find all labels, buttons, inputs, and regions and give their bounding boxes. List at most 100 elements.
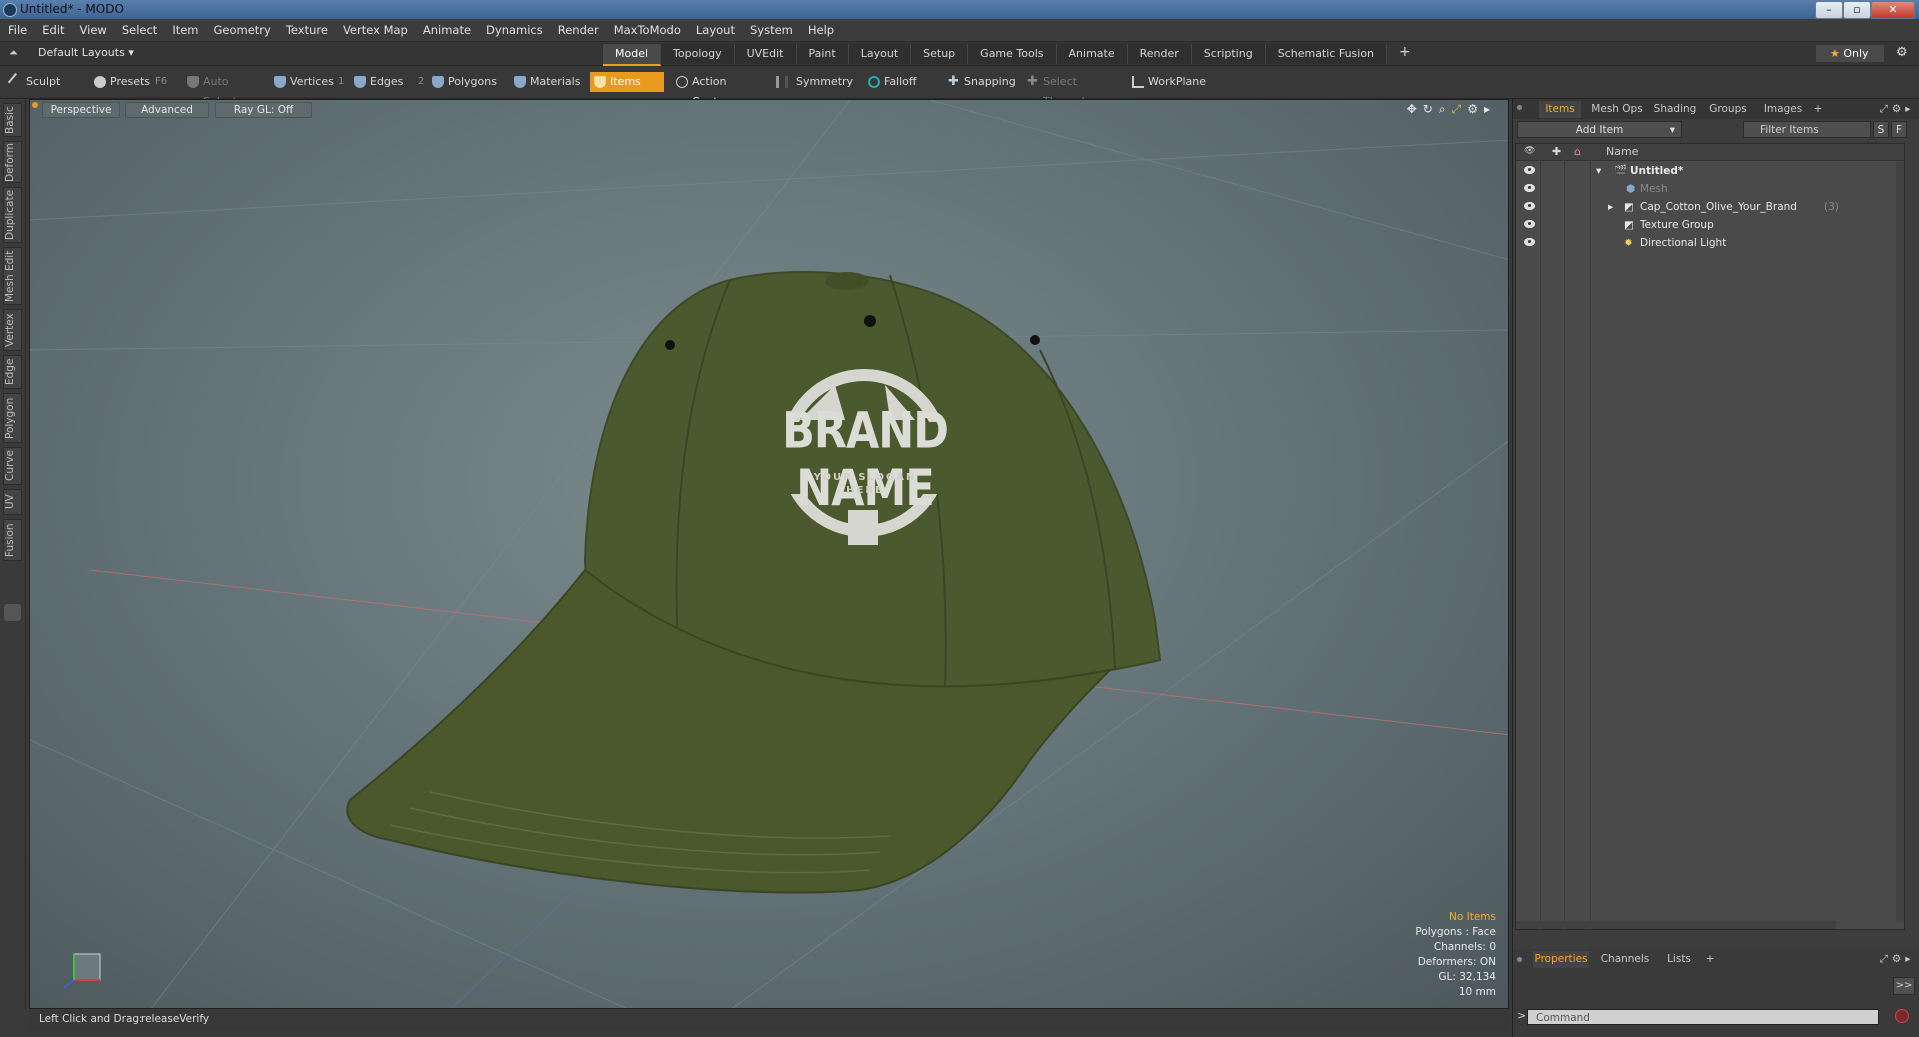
tab-mesh-ops[interactable]: Mesh Ops [1587, 101, 1647, 118]
tab-groups[interactable]: Groups [1703, 101, 1753, 118]
panel-controls-icon[interactable]: ⤢⚙▸ [1877, 101, 1917, 118]
falloff-button[interactable]: Falloff [864, 72, 934, 92]
menu-help[interactable]: Help [800, 19, 841, 37]
tab-shading[interactable]: Shading [1649, 101, 1701, 118]
menu-texture[interactable]: Texture [278, 19, 335, 37]
auto-select-button[interactable]: Auto Select [183, 72, 265, 108]
list-item-scene[interactable]: ▾ 🎬 Untitled* [1516, 162, 1904, 180]
vtab-basic[interactable]: Basic [3, 103, 22, 137]
add-bottom-tab-plus-icon[interactable]: + [1703, 951, 1717, 968]
snapping-button[interactable]: ✚ Snapping [944, 72, 1024, 92]
rotate-view-icon[interactable]: ↻ [1423, 102, 1439, 116]
filter-s-button[interactable]: S [1873, 121, 1889, 138]
vertices-button[interactable]: Vertices [270, 72, 340, 92]
menu-layout[interactable]: Layout [688, 19, 742, 37]
action-center-button[interactable]: Action Center [672, 72, 764, 108]
tab-uvedit[interactable]: UVEdit [734, 44, 797, 64]
symmetry-button[interactable]: Symmetry [772, 72, 854, 92]
add-panel-tab-plus-icon[interactable]: + [1811, 101, 1825, 118]
vtab-uv[interactable]: UV [3, 489, 22, 515]
menu-view[interactable]: View [72, 19, 114, 37]
list-item-directional-light[interactable]: ✹ Directional Light [1516, 234, 1904, 252]
command-history-icon[interactable] [1895, 1009, 1909, 1023]
expand-properties-button[interactable]: >> [1893, 977, 1915, 995]
gear-icon[interactable]: ⚙ [1896, 45, 1908, 60]
menu-animate[interactable]: Animate [415, 19, 478, 37]
visibility-eye-icon[interactable] [1524, 238, 1535, 246]
maximize-button[interactable]: ▫ [1843, 1, 1871, 19]
item-list-hscrollbar[interactable] [1516, 921, 1836, 929]
expand-arrow-icon[interactable]: ▾ [1596, 162, 1601, 180]
tab-topology[interactable]: Topology [661, 44, 735, 64]
vtab-polygon[interactable]: Polygon [3, 393, 22, 443]
tab-properties[interactable]: Properties [1533, 951, 1589, 968]
tab-schematic-fusion[interactable]: Schematic Fusion [1265, 44, 1388, 64]
menu-item[interactable]: Item [164, 19, 205, 37]
list-item-mesh[interactable]: ⬢ Mesh [1516, 180, 1904, 198]
view-type-button[interactable]: Perspective [42, 102, 120, 118]
vtab-fusion[interactable]: Fusion [3, 519, 22, 561]
3d-viewport[interactable]: BRAND NAME YOUR SLOGAN HERE Perspective … [29, 99, 1509, 1009]
tab-channels[interactable]: Channels [1597, 951, 1653, 968]
edges-button[interactable]: Edges [350, 72, 418, 92]
filter-items-input[interactable]: Filter Items [1743, 121, 1871, 138]
viewport-settings-icon[interactable]: ⚙ [1467, 102, 1484, 116]
raygl-button[interactable]: Ray GL: Off [215, 102, 312, 118]
tab-lists[interactable]: Lists [1659, 951, 1699, 968]
presets-button[interactable]: Presets [90, 72, 150, 92]
vtab-edge[interactable]: Edge [3, 355, 22, 389]
tab-game-tools[interactable]: Game Tools [968, 44, 1057, 64]
viewport-more-icon[interactable]: ▸ [1484, 102, 1496, 116]
vtab-deform[interactable]: Deform [3, 141, 22, 183]
name-column-header[interactable]: Name [1606, 145, 1638, 158]
item-list-scrollbar[interactable] [1896, 162, 1904, 922]
list-item-cap-group[interactable]: ▸ ◩ Cap_Cotton_Olive_Your_Brand (3) [1516, 198, 1904, 216]
layout-selector[interactable]: Default Layouts ▾ [38, 46, 134, 59]
layout-up-arrow-icon[interactable]: ⏶ [9, 46, 18, 60]
materials-button[interactable]: Materials [510, 72, 585, 92]
items-button[interactable]: Items [590, 72, 664, 92]
toolbox-toggle-button[interactable] [4, 604, 21, 621]
menu-system[interactable]: System [742, 19, 800, 37]
workplane-button[interactable]: WorkPlane [1128, 72, 1210, 92]
maximize-view-icon[interactable]: ⤢ [1452, 102, 1468, 116]
vtab-curve[interactable]: Curve [3, 447, 22, 485]
visibility-eye-icon[interactable] [1524, 166, 1535, 174]
menu-geometry[interactable]: Geometry [206, 19, 278, 37]
sculpt-button[interactable]: Sculpt [6, 72, 86, 92]
tab-render[interactable]: Render [1127, 44, 1192, 64]
command-input[interactable]: Command [1527, 1009, 1879, 1025]
select-through-button[interactable]: ✚Select Through [1023, 72, 1119, 108]
menu-select[interactable]: Select [114, 19, 164, 37]
menu-vertex-map[interactable]: Vertex Map [335, 19, 415, 37]
tab-items[interactable]: Items [1539, 101, 1581, 118]
menu-edit[interactable]: Edit [34, 19, 71, 37]
vtab-vertex[interactable]: Vertex [3, 309, 22, 351]
menu-dynamics[interactable]: Dynamics [478, 19, 550, 37]
add-tab-plus-icon[interactable]: + [1387, 44, 1423, 61]
zoom-view-icon[interactable]: ⌕ [1439, 102, 1452, 116]
bottom-panel-controls-icon[interactable]: ⤢⚙▸ [1877, 951, 1917, 968]
menu-render[interactable]: Render [550, 19, 606, 37]
visibility-eye-icon[interactable] [1524, 220, 1535, 228]
vtab-duplicate[interactable]: Duplicate [3, 187, 22, 243]
tab-animate[interactable]: Animate [1056, 44, 1128, 64]
menu-maxtomodo[interactable]: MaxToModo [606, 19, 688, 37]
filter-f-button[interactable]: F [1891, 121, 1907, 138]
move-view-icon[interactable]: ✥ [1407, 102, 1423, 116]
tab-scripting[interactable]: Scripting [1191, 44, 1266, 64]
menu-file[interactable]: File [0, 19, 34, 37]
polygons-button[interactable]: Polygons [428, 72, 503, 92]
tab-setup[interactable]: Setup [911, 44, 969, 64]
expand-arrow-icon[interactable]: ▸ [1608, 198, 1613, 216]
tab-model[interactable]: Model [603, 44, 662, 66]
vtab-mesh-edit[interactable]: Mesh Edit [3, 247, 22, 305]
list-item-texture-group[interactable]: ◩ Texture Group [1516, 216, 1904, 234]
visibility-eye-icon[interactable] [1524, 202, 1535, 210]
tab-images[interactable]: Images [1757, 101, 1809, 118]
minimize-button[interactable]: – [1815, 1, 1843, 19]
close-button[interactable]: ✕ [1871, 1, 1915, 19]
shading-advanced-button[interactable]: Advanced [125, 102, 209, 118]
only-button[interactable]: ★ Only [1816, 45, 1884, 62]
add-item-dropdown[interactable]: Add Item ▾ [1517, 121, 1682, 138]
